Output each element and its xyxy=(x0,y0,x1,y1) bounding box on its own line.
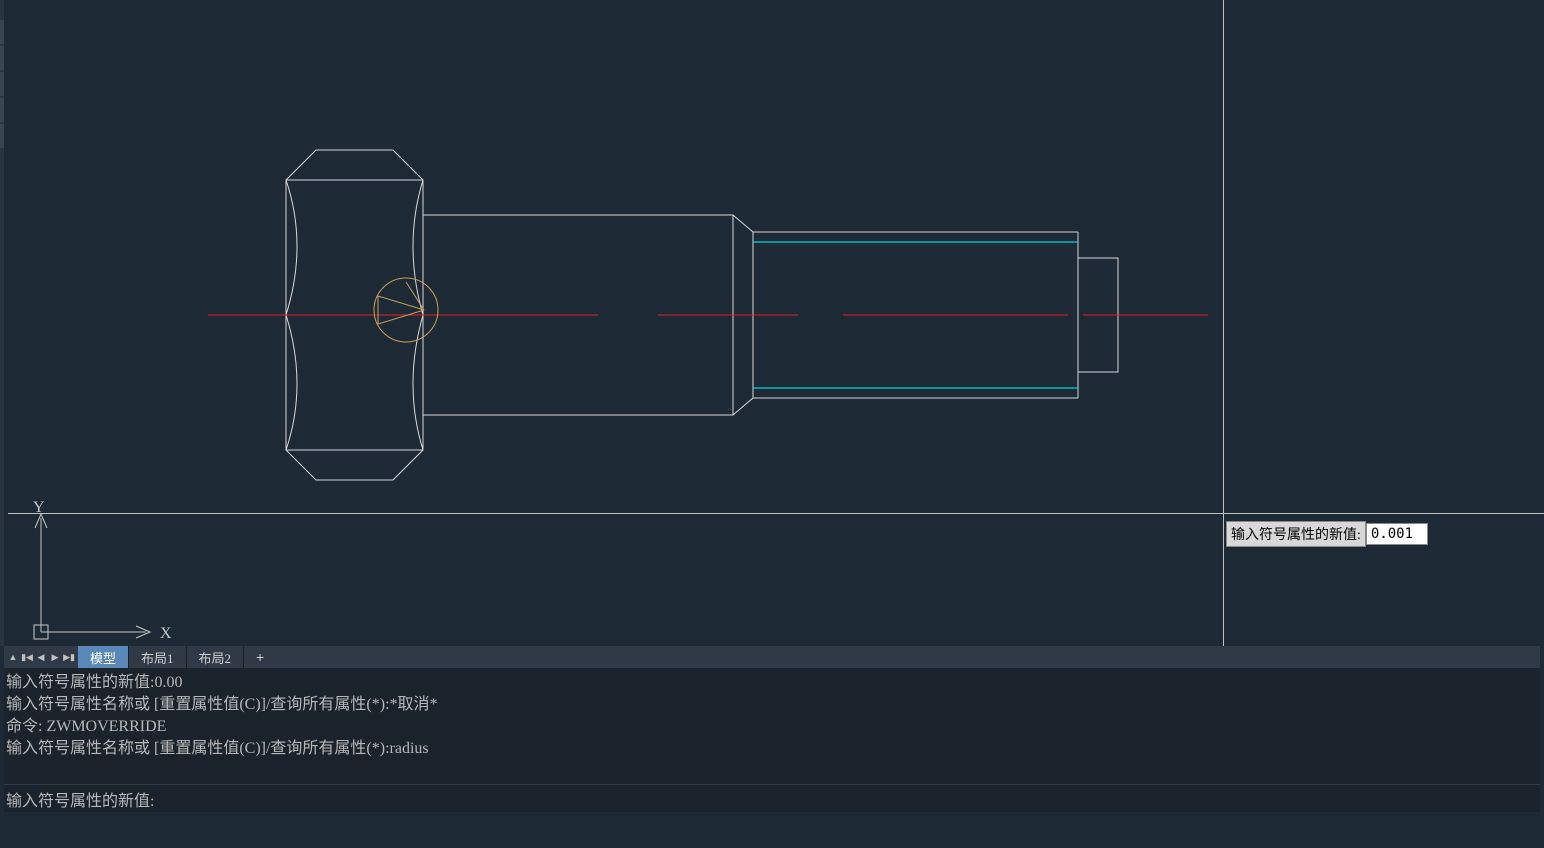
command-history-line: 输入符号属性名称或 [重置属性值(C)]/查询所有属性(*):radius xyxy=(6,738,1538,760)
tooltip-label: 输入符号属性的新值: xyxy=(1226,521,1366,547)
tab-model[interactable]: 模型 xyxy=(78,646,129,668)
cad-drawing xyxy=(8,0,1544,646)
tab-last-icon[interactable]: ▶▮ xyxy=(62,647,76,667)
tab-layout2[interactable]: 布局2 xyxy=(187,646,245,668)
tab-layout1[interactable]: 布局1 xyxy=(129,646,187,668)
command-history-line: 输入符号属性名称或 [重置属性值(C)]/查询所有属性(*):*取消* xyxy=(6,694,1538,716)
layout-tabs-bar: ▲ ▮◀ ◀ ▶ ▶▮ 模型 布局1 布局2 + xyxy=(4,646,1540,668)
tooltip-input[interactable] xyxy=(1366,523,1428,545)
bottom-strip xyxy=(4,812,1540,848)
command-line[interactable]: 输入符号属性的新值: xyxy=(4,784,1540,812)
tab-prev-icon[interactable]: ◀ xyxy=(34,647,48,667)
command-prompt: 输入符号属性的新值: xyxy=(6,787,154,811)
tab-nav-group: ▲ ▮◀ ◀ ▶ ▶▮ xyxy=(4,646,78,668)
tab-menu-toggle-icon[interactable]: ▲ xyxy=(6,647,20,667)
crosshair-horizontal xyxy=(8,513,1544,514)
dynamic-input-tooltip: 输入符号属性的新值: xyxy=(1226,521,1428,547)
ucs-x-label: X xyxy=(160,625,172,642)
command-history[interactable]: 输入符号属性的新值:0.00 输入符号属性名称或 [重置属性值(C)]/查询所有… xyxy=(4,668,1540,784)
command-history-line: 输入符号属性的新值:0.00 xyxy=(6,672,1538,694)
command-history-line: 命令: ZWMOVERRIDE xyxy=(6,716,1538,738)
ucs-icon: Y X xyxy=(26,500,176,650)
tab-add-button[interactable]: + xyxy=(244,646,276,668)
crosshair-vertical xyxy=(1223,0,1224,646)
drawing-canvas[interactable]: Y X 输入符号属性的新值: xyxy=(4,0,1540,646)
tab-next-icon[interactable]: ▶ xyxy=(48,647,62,667)
tab-first-icon[interactable]: ▮◀ xyxy=(20,647,34,667)
